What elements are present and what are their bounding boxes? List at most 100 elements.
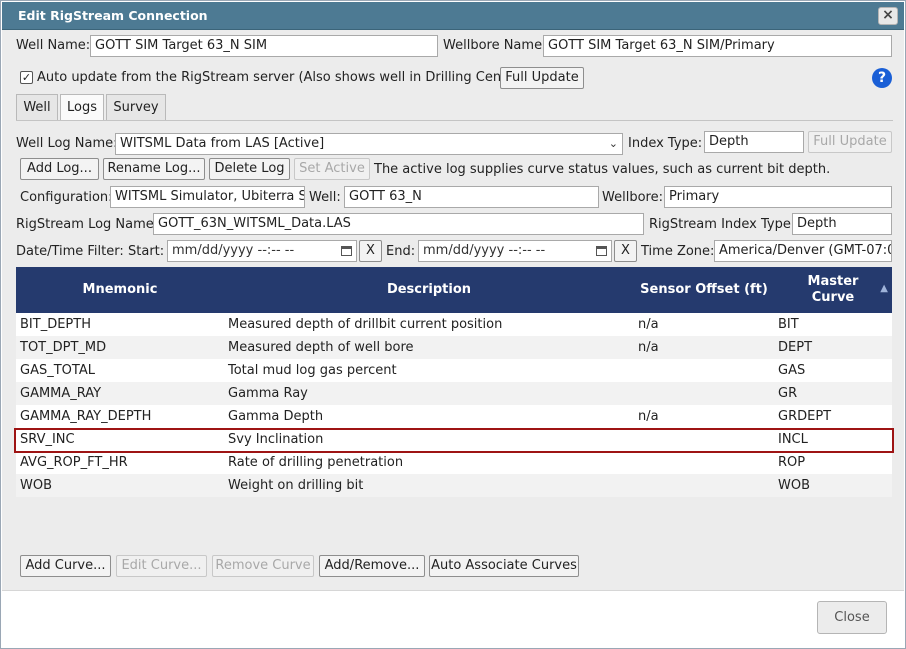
cell-description: Measured depth of well bore [224,336,634,359]
cell-offset [634,474,774,497]
table-row[interactable]: GAMMA_RAY_DEPTH Gamma Depth n/a GRDEPT [16,405,892,428]
cell-mnemonic: WOB [16,474,224,497]
table-row[interactable]: AVG_ROP_FT_HR Rate of drilling penetratio… [16,451,892,474]
calendar-icon[interactable] [596,246,607,256]
cell-description: Measured depth of drillbit current posit… [224,313,634,336]
cell-description: Svy Inclination [224,428,634,451]
column-header-sensor-offset[interactable]: Sensor Offset (ft) [634,267,774,313]
dialog-footer: Close [2,590,904,648]
auto-update-label: Auto update from the RigStream server (A… [37,70,525,85]
rigstream-log-name-label: RigStream Log Name: [16,217,159,232]
tab-survey[interactable]: Survey [106,94,166,121]
rigstream-index-type-label: RigStream Index Type: [649,217,796,232]
table-row[interactable]: TOT_DPT_MD Measured depth of well bore n/a… [16,336,892,359]
cell-offset: n/a [634,313,774,336]
rigstream-log-name-field[interactable]: GOTT_63N_WITSML_Data.LAS [153,213,644,235]
end-datetime-placeholder: mm/dd/yyyy --:-- -- [423,243,546,258]
time-zone-select[interactable]: America/Denver (GMT-07:00 [714,240,892,262]
clear-end-button[interactable]: X [614,240,637,262]
cell-mnemonic: GAMMA_RAY [16,382,224,405]
end-label: End: [386,244,416,259]
wellbore-label: Wellbore: [602,190,663,205]
index-type-field[interactable]: Depth [704,131,804,153]
active-log-note: The active log supplies curve status val… [374,162,831,177]
cell-master: INCL [774,428,892,451]
add-log-button[interactable]: Add Log... [20,158,99,180]
rename-log-button[interactable]: Rename Log... [103,158,205,180]
delete-log-button[interactable]: Delete Log [209,158,290,180]
cell-description: Gamma Depth [224,405,634,428]
cell-master: ROP [774,451,892,474]
tab-divider [16,120,893,121]
start-datetime-input[interactable]: mm/dd/yyyy --:-- -- [167,240,357,262]
index-type-label: Index Type: [628,136,703,151]
cell-offset [634,382,774,405]
add-curve-button[interactable]: Add Curve... [20,555,111,577]
curves-table: Mnemonic Description Sensor Offset (ft) … [16,267,892,497]
time-zone-label: Time Zone: [641,244,715,259]
cell-offset: n/a [634,336,774,359]
full-update-button[interactable]: Full Update [500,67,584,89]
column-header-master-curve[interactable]: Master Curve ▲ [774,267,892,313]
column-header-mnemonic[interactable]: Mnemonic [16,267,224,313]
cell-description: Gamma Ray [224,382,634,405]
set-active-button[interactable]: Set Active [294,158,370,180]
cell-offset: n/a [634,405,774,428]
full-update-log-button[interactable]: Full Update [808,131,892,153]
column-header-description[interactable]: Description [224,267,634,313]
wellbore-name-field[interactable]: GOTT SIM Target 63_N SIM/Primary [543,35,892,57]
edit-rigstream-dialog: Edit RigStream Connection × Well Name: G… [0,0,906,649]
cell-master: BIT [774,313,892,336]
well-field[interactable]: GOTT 63_N [344,186,599,208]
cell-master: GAS [774,359,892,382]
configuration-label: Configuration: [20,190,113,205]
table-row[interactable]: GAS_TOTAL Total mud log gas percent GAS [16,359,892,382]
start-label: Start: [128,244,165,259]
well-log-name-label: Well Log Name: [16,136,118,151]
cell-master: DEPT [774,336,892,359]
cell-mnemonic: SRV_INC [16,428,224,451]
dialog-title: Edit RigStream Connection [18,8,208,23]
wellbore-field[interactable]: Primary [664,186,892,208]
title-bar: Edit RigStream Connection × [2,2,904,30]
clear-start-button[interactable]: X [359,240,382,262]
chevron-down-icon: ⌄ [608,137,618,150]
well-label: Well: [309,190,341,205]
cell-offset [634,428,774,451]
auto-associate-curves-button[interactable]: Auto Associate Curves [429,555,579,577]
cell-master: GR [774,382,892,405]
cell-mnemonic: TOT_DPT_MD [16,336,224,359]
cell-description: Rate of drilling penetration [224,451,634,474]
sort-asc-icon[interactable]: ▲ [880,281,888,297]
close-button[interactable]: Close [817,601,887,634]
master-curve-header-label: Master Curve [807,274,859,305]
edit-curve-button[interactable]: Edit Curve... [116,555,207,577]
configuration-field[interactable]: WITSML Simulator, Ubiterra Sin [110,186,305,208]
cell-description: Weight on drilling bit [224,474,634,497]
cell-offset [634,359,774,382]
well-log-select-value: WITSML Data from LAS [Active] [120,136,325,151]
datetime-filter-label: Date/Time Filter: [16,244,124,259]
cell-mnemonic: GAMMA_RAY_DEPTH [16,405,224,428]
auto-update-checkbox[interactable]: ✓ [20,71,33,84]
help-icon[interactable]: ? [872,68,892,88]
calendar-icon[interactable] [341,246,352,256]
close-icon[interactable]: × [878,7,898,25]
table-row[interactable]: GAMMA_RAY Gamma Ray GR [16,382,892,405]
cell-description: Total mud log gas percent [224,359,634,382]
table-row[interactable]: BIT_DEPTH Measured depth of drillbit curr… [16,313,892,336]
cell-offset [634,451,774,474]
end-datetime-input[interactable]: mm/dd/yyyy --:-- -- [418,240,612,262]
cell-master: GRDEPT [774,405,892,428]
add-remove-button[interactable]: Add/Remove... [319,555,425,577]
well-log-select[interactable]: WITSML Data from LAS [Active] ⌄ [115,133,623,155]
table-row[interactable]: SRV_INC Svy Inclination INCL [16,428,892,451]
cell-mnemonic: BIT_DEPTH [16,313,224,336]
table-row[interactable]: WOB Weight on drilling bit WOB [16,474,892,497]
tab-logs[interactable]: Logs [60,94,104,121]
tab-well[interactable]: Well [16,94,58,121]
cell-mnemonic: AVG_ROP_FT_HR [16,451,224,474]
rigstream-index-type-field[interactable]: Depth [792,213,892,235]
remove-curve-button[interactable]: Remove Curve [212,555,314,577]
well-name-field[interactable]: GOTT SIM Target 63_N SIM [90,35,438,57]
